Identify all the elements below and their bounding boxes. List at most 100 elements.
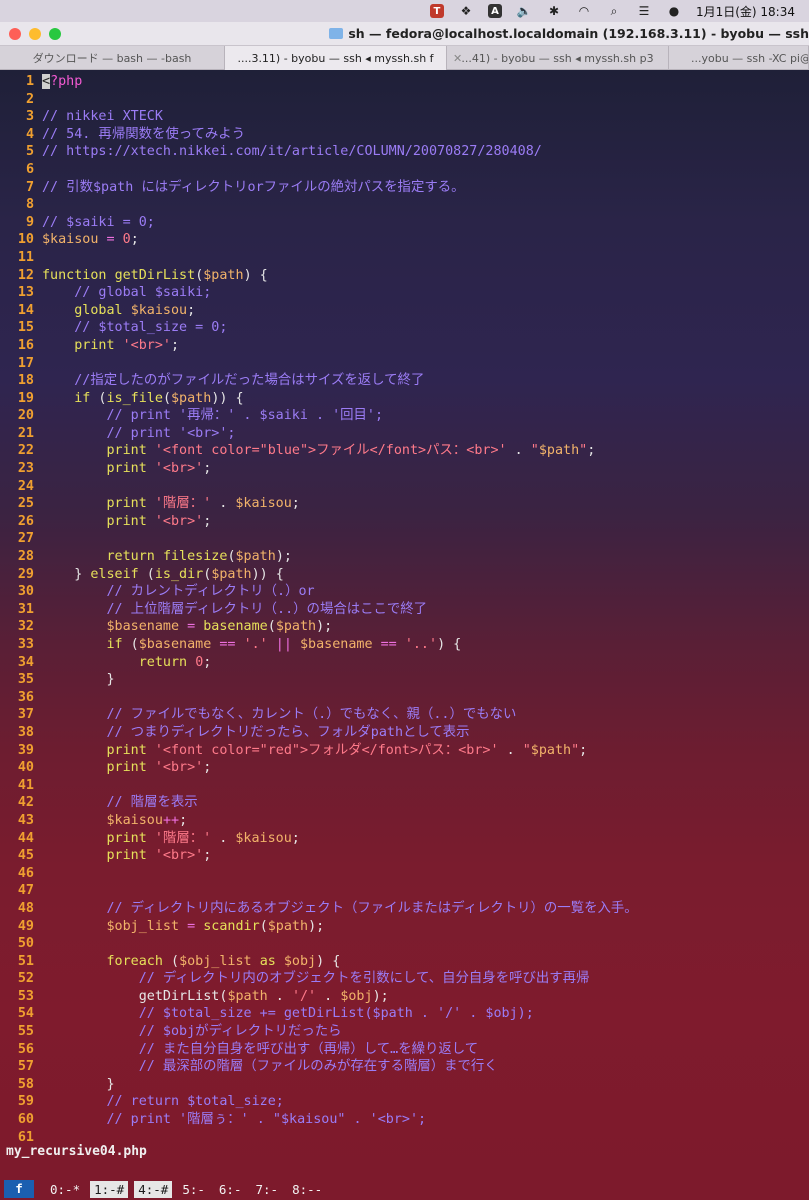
code-token: $path — [203, 267, 244, 283]
code-text: // $saiki = 0; — [42, 214, 155, 232]
code-line: 27 — [0, 530, 809, 548]
volume-icon[interactable]: 🔈 — [516, 3, 532, 19]
line-number: 58 — [17, 1076, 34, 1092]
code-line: 44 print '階層：' . $kaisou; — [0, 830, 809, 848]
code-text: // global $saiki; — [42, 284, 211, 302]
code-token: filesize — [162, 549, 228, 565]
tab-byobu-ssh-3[interactable]: ...yobu — ssh -XC pi@19 — [669, 46, 809, 70]
code-line: 56 // また自分自身を呼び出す（再帰）して…を繰り返して — [0, 1041, 809, 1059]
terminal-area[interactable]: 1 <?php 2 3// nikkei XTECK 4// 54. 再帰関数を使ってみ… — [0, 70, 809, 1178]
code-editor[interactable]: 1 <?php 2 3// nikkei XTECK 4// 54. 再帰関数を使ってみ… — [0, 73, 809, 1146]
control-center-icon[interactable]: ☰ — [636, 3, 652, 19]
code-token: $kaisou — [130, 302, 188, 318]
brand-app-icon[interactable]: T — [429, 4, 444, 18]
code-token: ( — [90, 390, 107, 406]
code-token: ( — [227, 549, 236, 565]
line-number: 47 — [17, 883, 34, 899]
code-token: return — [106, 549, 155, 565]
line-number: 8 — [25, 197, 34, 213]
code-token: ; — [203, 848, 212, 864]
zoom-window-button[interactable] — [49, 28, 61, 40]
input-a-icon[interactable]: A — [487, 4, 502, 18]
code-line: 25 print '階層：' . $kaisou; — [0, 495, 809, 513]
code-token: . — [506, 443, 531, 459]
menubar-clock[interactable]: 1月1日(金) 18:34 — [696, 3, 795, 20]
line-number: 49 — [17, 918, 34, 934]
code-line: 17 — [0, 355, 809, 373]
line-number: 1 — [25, 74, 34, 89]
wifi-icon[interactable]: ◠ — [576, 3, 592, 19]
minimize-window-button[interactable] — [29, 28, 41, 40]
line-number: 2 — [25, 91, 34, 107]
code-token: // カレントディレクトリ（.）or — [106, 584, 315, 600]
bluetooth-icon[interactable]: ✱ — [546, 3, 562, 19]
code-token: $kaisou — [235, 496, 292, 512]
tab-byobu-ssh-2[interactable]: ✕ ...41) - byobu — ssh ◂ myssh.sh p3 — [447, 46, 669, 70]
line-number: 24 — [17, 478, 34, 494]
tab-byobu-ssh-1[interactable]: ....3.11) - byobu — ssh ◂ myssh.sh f — [225, 46, 447, 70]
byobu-window-7[interactable]: 7:- — [251, 1181, 282, 1198]
line-number: 59 — [17, 1094, 34, 1110]
code-token: . — [498, 742, 523, 758]
byobu-window-6[interactable]: 6:- — [215, 1181, 246, 1198]
dropbox-icon[interactable]: ❖ — [458, 3, 474, 19]
line-number: 31 — [17, 601, 34, 617]
code-line: 55 // $objがディレクトリだったら — [0, 1023, 809, 1041]
code-token: ; — [203, 654, 212, 670]
line-number: 56 — [17, 1041, 34, 1057]
code-text: $kaisou++; — [42, 812, 188, 830]
code-token: $path — [530, 742, 572, 758]
code-token: $path — [235, 549, 276, 565]
byobu-window-1[interactable]: 1:-# — [90, 1180, 129, 1198]
tab-downloads[interactable]: ダウンロード — bash — -bash — [0, 46, 225, 70]
menubar: T ❖ A 🔈 ✱ ◠ ⌕ ☰ ● 1月1日(金) 18:34 — [0, 0, 809, 22]
code-token: as — [259, 953, 276, 969]
code-token: ; — [179, 812, 188, 828]
line-number: 41 — [17, 777, 34, 793]
code-text: // ディレクトリ内にあるオブジェクト（ファイルまたはディレクトリ）の一覧を入手… — [42, 900, 638, 918]
code-token: $path — [275, 619, 317, 635]
line-number: 12 — [17, 267, 34, 283]
close-window-button[interactable] — [9, 28, 21, 40]
code-token: '階層：' — [154, 830, 212, 846]
code-token: ; — [171, 337, 180, 353]
code-line: 21 // print '<br>'; — [0, 425, 809, 443]
code-token: " — [579, 443, 588, 459]
byobu-window-0[interactable]: 0:-* — [46, 1181, 84, 1198]
code-text: return filesize($path); — [42, 548, 292, 566]
byobu-session-indicator[interactable]: f — [4, 1180, 34, 1198]
code-token: . — [211, 496, 236, 512]
code-token: // また自分自身を呼び出す（再帰）して…を繰り返して — [138, 1041, 479, 1057]
code-line: 41 — [0, 777, 809, 795]
byobu-window-4[interactable]: 4:-# — [134, 1180, 173, 1198]
code-text: // 上位階層ディレクトリ（..）の場合はここで終了 — [42, 601, 428, 619]
code-token: function — [42, 267, 107, 283]
byobu-window-5[interactable]: 5:- — [178, 1181, 209, 1198]
code-line: 40 print '<br>'; — [0, 759, 809, 777]
code-line: 48 // ディレクトリ内にあるオブジェクト（ファイルまたはディレクトリ）の一覧… — [0, 900, 809, 918]
code-text: print '<br>'; — [42, 759, 212, 777]
code-token: $basename — [138, 637, 212, 652]
code-token: print — [106, 513, 147, 529]
code-token: ; — [587, 443, 596, 459]
code-line: 46 — [0, 865, 809, 883]
code-token: print — [106, 848, 147, 864]
siri-icon[interactable]: ● — [666, 3, 682, 19]
code-line: 49 $obj_list = scandir($path); — [0, 918, 809, 936]
code-text: print '<font color="red">フォルダ</font>パス：<… — [42, 742, 588, 760]
byobu-window-8[interactable]: 8:-- — [288, 1181, 326, 1198]
close-tab-icon[interactable]: ✕ — [453, 52, 462, 65]
code-line: 22 print '<font color="blue">ファイル</font>… — [0, 442, 809, 460]
code-line: 50 — [0, 935, 809, 953]
code-token: '<br>' — [154, 461, 204, 477]
search-icon[interactable]: ⌕ — [606, 3, 622, 19]
